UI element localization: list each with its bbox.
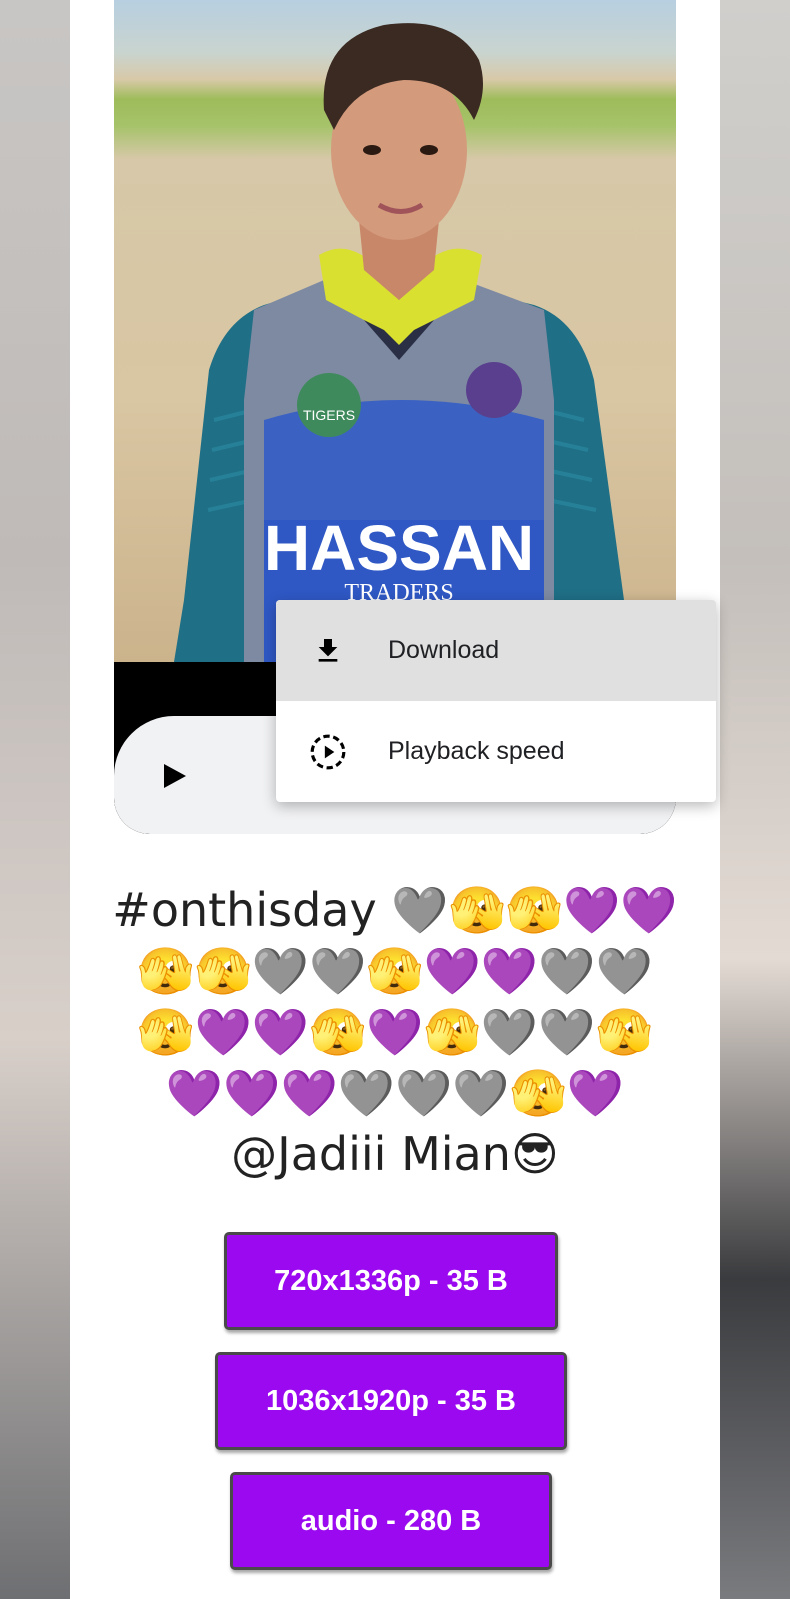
logo-text: TIGERS xyxy=(303,407,355,423)
menu-item-download[interactable]: Download xyxy=(276,600,716,701)
download-audio-button[interactable]: audio - 280 B xyxy=(230,1472,552,1570)
video-frame: HASSAN TRADERS TIGERS xyxy=(114,0,676,662)
download-1036p-button[interactable]: 1036x1920p - 35 B xyxy=(215,1352,567,1450)
menu-item-playback-speed[interactable]: Playback speed xyxy=(276,701,716,802)
background-left xyxy=(0,0,70,1599)
background-right xyxy=(720,0,790,1599)
menu-item-download-label: Download xyxy=(388,636,500,664)
menu-item-playback-speed-label: Playback speed xyxy=(388,737,565,765)
shirt-text: HASSAN xyxy=(264,512,534,584)
video-caption: #onthisday 🩶🫣🫣💜💜🫣🫣🩶🩶🫣💜💜🩶🩶🫣💜💜🫣💜🫣🩶🩶🫣💜💜💜🩶🩶🩶… xyxy=(112,883,678,1181)
content-card: HASSAN TRADERS TIGERS Download Playback … xyxy=(70,0,720,1599)
playback-speed-icon xyxy=(308,732,348,772)
download-720p-button[interactable]: 720x1336p - 35 B xyxy=(224,1232,558,1330)
person-illustration: HASSAN TRADERS TIGERS xyxy=(174,23,629,662)
download-icon xyxy=(308,631,348,671)
video-options-menu: Download Playback speed xyxy=(276,600,716,802)
play-icon[interactable] xyxy=(162,762,188,790)
